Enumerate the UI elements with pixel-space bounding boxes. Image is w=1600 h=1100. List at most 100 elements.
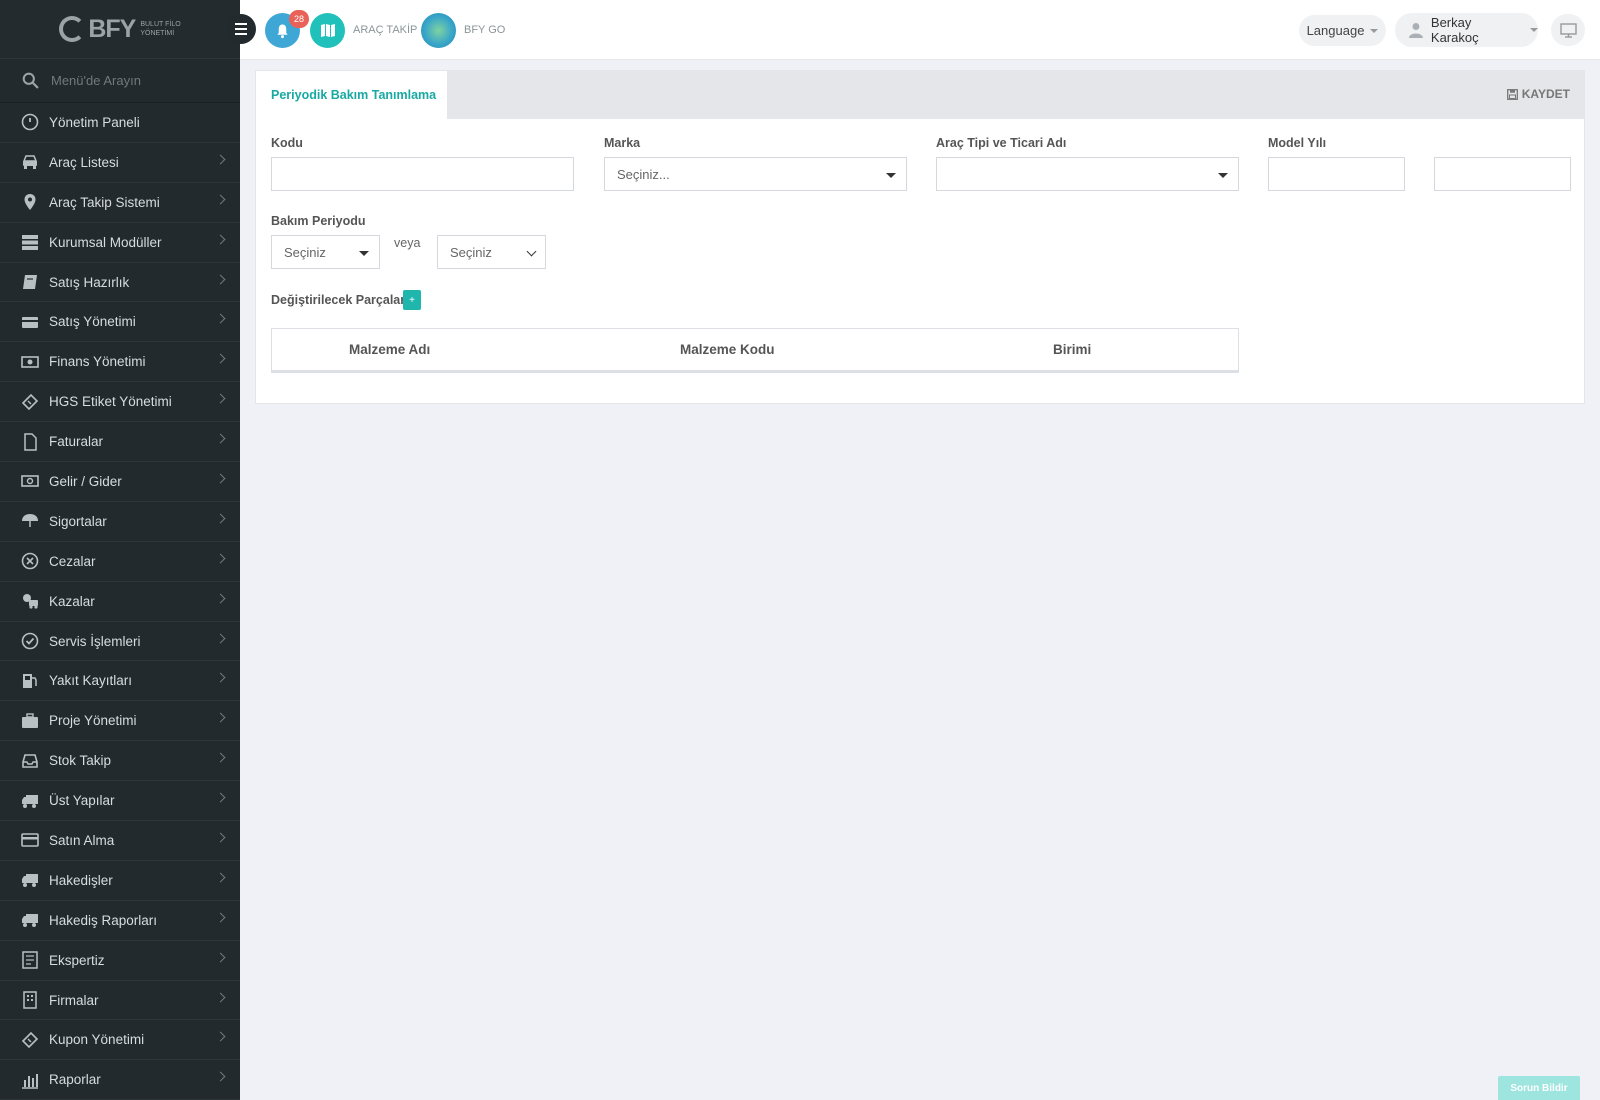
- model-year-to-input[interactable]: [1434, 157, 1571, 191]
- periodic-maintenance-card: Periyodik Bakım Tanımlama KAYDET Kodu Ma…: [255, 70, 1585, 404]
- user-menu[interactable]: Berkay Karakoç: [1395, 13, 1538, 47]
- sidebar-menu: Yönetim Paneli Araç Listesi Araç Takip Sis…: [0, 103, 240, 1100]
- sidebar-item-19[interactable]: Satın Alma: [0, 821, 240, 861]
- map-pin-icon: [20, 193, 39, 212]
- menu-search[interactable]: Menü'de Arayın: [0, 59, 240, 103]
- chevron-right-icon: [215, 792, 226, 803]
- sidebar-item-label: Gelir / Gider: [49, 473, 122, 489]
- sidebar-item-label: Satın Alma: [49, 832, 115, 848]
- money-icon: [20, 352, 39, 371]
- chevron-right-icon: [215, 712, 226, 723]
- sidebar-item-1[interactable]: Yönetim Paneli: [0, 103, 240, 143]
- user-icon: [1409, 23, 1423, 38]
- sidebar-item-3[interactable]: Araç Takip Sistemi: [0, 183, 240, 223]
- caret-down-icon: [886, 173, 896, 178]
- sidebar-item-17[interactable]: Stok Takip: [0, 741, 240, 782]
- chevron-right-icon: [215, 912, 226, 923]
- caret-down-icon: [1530, 28, 1538, 32]
- code-label: Kodu: [271, 136, 303, 150]
- menu-toggle-button[interactable]: [226, 14, 256, 44]
- table-header-material-name: Malzeme Adı: [349, 342, 431, 357]
- topbar: 28 ARAÇ TAKİP BFY GO Language Berkay Kar…: [226, 0, 1600, 60]
- sidebar-item-label: Satış Yönetimi: [49, 314, 136, 330]
- user-name: Berkay Karakoç: [1430, 15, 1479, 45]
- briefcase-icon: [20, 711, 39, 730]
- add-part-button[interactable]: +: [403, 290, 421, 310]
- bfy-go-logo-icon[interactable]: [421, 13, 456, 48]
- chevron-right-icon: [215, 752, 226, 763]
- sidebar-item-8[interactable]: HGS Etiket Yönetimi: [0, 382, 240, 423]
- truck-icon: [20, 911, 39, 930]
- language-dropdown[interactable]: Language: [1299, 15, 1386, 46]
- file-icon: [20, 432, 39, 451]
- table-header-material-code: Malzeme Kodu: [680, 342, 775, 357]
- brand-label: Marka: [604, 136, 641, 150]
- sidebar-item-21[interactable]: Hakediş Raporları: [0, 901, 240, 941]
- vehicle-tracking-link[interactable]: ARAÇ TAKİP: [353, 24, 417, 36]
- chevron-right-icon: [215, 473, 226, 484]
- save-button[interactable]: KAYDET: [1506, 87, 1570, 101]
- parts-label: Değiştirilecek Parçalar: [271, 293, 406, 307]
- sidebar-item-5[interactable]: Satış Hazırlık: [0, 263, 240, 303]
- chevron-right-icon: [215, 1071, 226, 1082]
- fullscreen-button[interactable]: [1551, 14, 1585, 46]
- sidebar-item-16[interactable]: Proje Yönetimi: [0, 701, 240, 742]
- maintenance-period-select[interactable]: Seçiniz: [271, 235, 380, 269]
- sidebar-item-10[interactable]: Gelir / Gider: [0, 462, 240, 502]
- sidebar-item-14[interactable]: Servis İşlemleri: [0, 622, 240, 662]
- sidebar-item-label: HGS Etiket Yönetimi: [49, 394, 172, 410]
- sidebar-item-25[interactable]: Raporlar: [0, 1060, 240, 1100]
- model-year-label: Model Yılı: [1268, 136, 1327, 150]
- report-issue-button[interactable]: Sorun Bildir: [1498, 1076, 1580, 1100]
- chevron-right-icon: [215, 433, 226, 444]
- tab-periodic-maintenance[interactable]: Periyodik Bakım Tanımlama: [256, 71, 447, 119]
- sidebar-item-6[interactable]: Satış Yönetimi: [0, 302, 240, 343]
- sidebar-item-4[interactable]: Kurumsal Modüller: [0, 223, 240, 263]
- bfy-logo[interactable]: BFY BULUT FİLO YÖNETİMİ: [59, 15, 181, 44]
- sidebar-item-15[interactable]: Yakıt Kayıtları: [0, 661, 240, 702]
- sidebar-item-24[interactable]: Kupon Yönetimi: [0, 1020, 240, 1061]
- sidebar-item-label: Yakıt Kayıtları: [49, 673, 133, 689]
- sidebar-item-7[interactable]: Finans Yönetimi: [0, 342, 240, 383]
- sidebar-item-20[interactable]: Hakedişler: [0, 861, 240, 901]
- logo-sub-1: BULUT FİLO: [140, 21, 181, 28]
- sidebar-item-23[interactable]: Firmalar: [0, 981, 240, 1021]
- chevron-right-icon: [215, 194, 226, 205]
- crash-icon: [20, 592, 39, 611]
- sidebar-item-22[interactable]: Ekspertiz: [0, 941, 240, 981]
- truck-icon: [20, 791, 39, 810]
- sidebar-item-label: Finans Yönetimi: [49, 354, 146, 370]
- sidebar-item-label: Kupon Yönetimi: [49, 1032, 145, 1048]
- close-circle-icon: [20, 552, 39, 571]
- maintenance-km-select[interactable]: Seçiniz: [437, 235, 546, 269]
- sidebar-item-13[interactable]: Kazalar: [0, 582, 240, 622]
- brand-select[interactable]: Seçiniz...: [604, 157, 907, 191]
- sidebar-item-label: Yönetim Paneli: [49, 114, 140, 130]
- sidebar-item-label: Kurumsal Modüller: [49, 234, 162, 250]
- sidebar-item-label: Araç Listesi: [49, 154, 119, 170]
- sidebar-item-18[interactable]: Üst Yapılar: [0, 781, 240, 822]
- chevron-down-icon: [526, 246, 537, 257]
- chevron-right-icon: [215, 353, 226, 364]
- server-icon: [20, 233, 39, 252]
- chevron-right-icon: [215, 314, 226, 324]
- sidebar-item-12[interactable]: Cezalar: [0, 542, 240, 582]
- logo-area[interactable]: BFY BULUT FİLO YÖNETİMİ: [0, 0, 240, 59]
- vehicle-type-select[interactable]: [936, 157, 1239, 191]
- brand-select-value: Seçiniz...: [617, 166, 670, 182]
- caret-down-icon: [1218, 173, 1228, 178]
- sidebar-item-9[interactable]: Faturalar: [0, 422, 240, 463]
- model-year-from-input[interactable]: [1268, 157, 1405, 191]
- save-label: KAYDET: [1521, 87, 1570, 101]
- sidebar-item-11[interactable]: Sigortalar: [0, 502, 240, 542]
- sidebar-item-label: Araç Takip Sistemi: [49, 194, 160, 210]
- chevron-right-icon: [215, 952, 226, 963]
- vehicle-tracking-button[interactable]: [310, 13, 345, 48]
- bar-chart-icon: [20, 1070, 39, 1089]
- caret-down-icon: [359, 251, 369, 256]
- sidebar-item-2[interactable]: Araç Listesi: [0, 143, 240, 183]
- chevron-right-icon: [215, 633, 226, 644]
- chevron-right-icon: [215, 154, 226, 165]
- bfy-go-link[interactable]: BFY GO: [464, 24, 505, 36]
- code-input[interactable]: [271, 157, 574, 191]
